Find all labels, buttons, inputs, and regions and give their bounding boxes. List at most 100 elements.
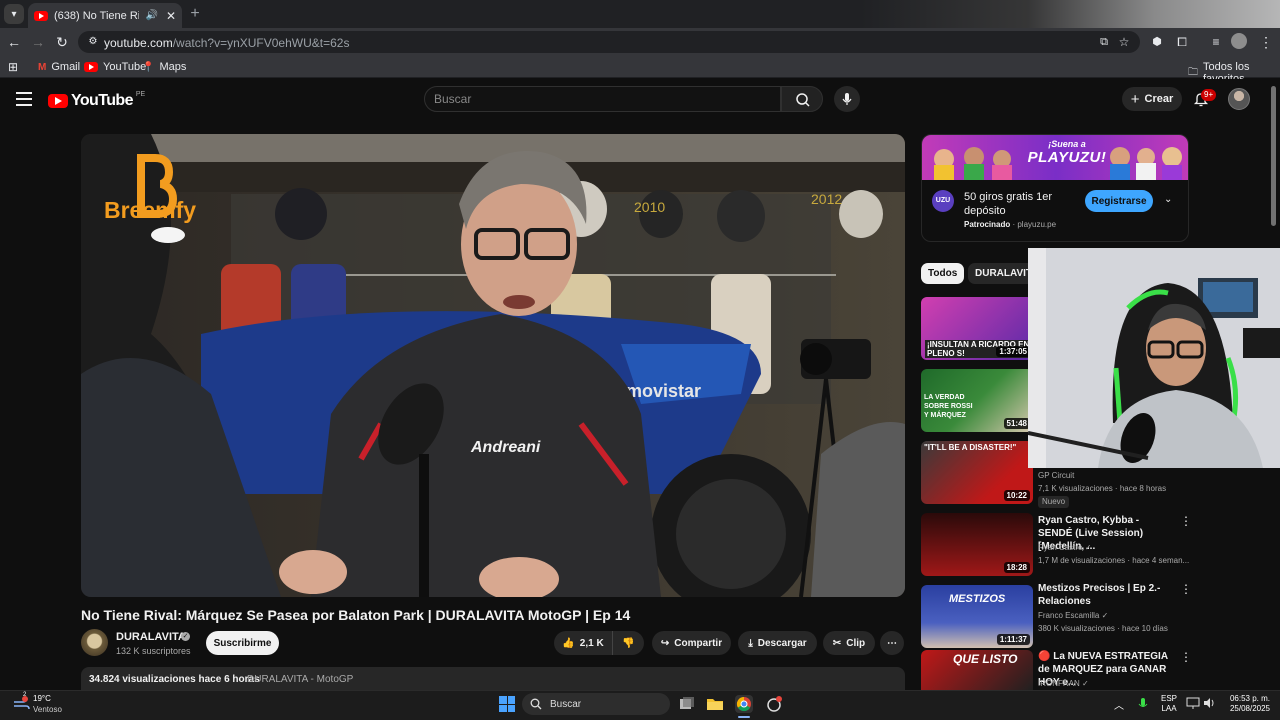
rec-thumbnail[interactable]: MESTIZOS 1:11:37 <box>921 585 1033 648</box>
back-button[interactable]: ← <box>4 32 24 52</box>
more-actions-button[interactable]: ⋯ <box>880 631 904 655</box>
apps-grid-icon[interactable]: ⊞ <box>8 60 18 74</box>
trophy-year-2: 2012 <box>811 191 842 207</box>
volume-icon[interactable] <box>1202 696 1220 714</box>
active-tab[interactable]: (638) No Tiene Rival: Márq 🔊 ✕ <box>28 3 182 28</box>
like-button[interactable]: 👍 2,1 K <box>554 631 612 655</box>
url-text[interactable]: youtube.com/watch?v=ynXUFV0ehWU&t=62s <box>104 36 349 50</box>
system-clock[interactable]: 06:53 p. m. 25/08/2025 <box>1226 694 1270 714</box>
language-line1: ESP <box>1161 694 1178 703</box>
close-tab-icon[interactable]: ✕ <box>166 9 176 23</box>
rec-thumbnail[interactable]: "IT'LL BE A DISASTER!" 10:22 <box>921 441 1033 504</box>
search-input[interactable]: Buscar <box>434 92 471 106</box>
search-box[interactable] <box>424 86 781 112</box>
forward-button[interactable]: → <box>28 32 48 52</box>
clock-date: 25/08/2025 <box>1229 704 1270 713</box>
video-brand-text: Breemfy <box>104 197 196 223</box>
chrome-icon[interactable] <box>735 695 753 713</box>
clip-label: Clip <box>846 637 866 649</box>
ad-register-button[interactable]: Registrarse <box>1085 190 1153 212</box>
app-icon[interactable] <box>765 695 783 713</box>
bookmark-gmail[interactable]: M Gmail <box>38 61 80 73</box>
thumbnail-text: MESTIZOS <box>949 593 1006 605</box>
rec-title[interactable]: Mestizos Precisos | Ep 2.- Relaciones <box>1038 582 1176 608</box>
hamburger-menu-icon[interactable] <box>16 92 32 106</box>
bookmark-star-icon[interactable]: ☆ <box>1114 32 1134 52</box>
country-code: PE <box>135 90 146 98</box>
reload-button[interactable]: ↻ <box>52 32 72 52</box>
rec-more-icon[interactable]: ⋮ <box>1180 514 1192 528</box>
rec-thumbnail[interactable]: 18:28 <box>921 513 1033 576</box>
rec-more-icon[interactable]: ⋮ <box>1180 582 1192 596</box>
weather-wind-icon[interactable] <box>12 696 30 712</box>
new-tab-button[interactable]: + <box>186 5 204 23</box>
show-hidden-icons-chevron[interactable]: ︿ <box>1114 697 1132 715</box>
weather-description[interactable]: Ventoso <box>33 705 62 714</box>
rec-channel-row[interactable]: Ryan Castro ✓ <box>1038 543 1091 552</box>
ad-banner-line2: PLAYUZU! <box>1027 149 1107 166</box>
rec-channel-row[interactable]: IRONFRAN ✓ <box>1038 679 1089 688</box>
rec-thumbnail[interactable]: LA VERDAD SOBRE ROSSI Y MÁRQUEZ 51:48 <box>921 369 1033 432</box>
bookmark-youtube[interactable]: YouTube <box>84 61 146 73</box>
ad-banner[interactable]: ¡Suena a PLAYUZU! <box>922 135 1188 180</box>
thumbnail-text: "IT'LL BE A DISASTER!" <box>924 443 1017 452</box>
youtube-logo[interactable]: YouTube PE <box>48 90 146 110</box>
advertiser-logo[interactable]: UZU <box>932 190 954 212</box>
rec-channel: IRONFRAN <box>1038 679 1080 688</box>
description-tags[interactable]: DURALAVITA - MotoGP <box>247 674 353 685</box>
rec-thumbnail[interactable]: ¡INSULTAN A RICARDO EN PLENO S! 1:37:05 <box>921 297 1033 360</box>
video-duration: 1:37:05 <box>996 346 1030 357</box>
voice-search-button[interactable] <box>834 86 860 112</box>
verified-check-icon: ✓ <box>181 632 190 641</box>
profile-avatar[interactable] <box>1231 33 1247 49</box>
microphone-tray-icon[interactable] <box>1136 696 1154 714</box>
browser-menu-icon[interactable]: ⋮ <box>1256 32 1276 52</box>
input-language[interactable]: ESP LAA <box>1161 694 1177 714</box>
active-app-indicator <box>738 716 750 718</box>
chip-all[interactable]: Todos <box>921 263 965 284</box>
chevron-down-icon[interactable]: ⌄ <box>1164 194 1172 205</box>
verified-check-icon: ✓ <box>1101 611 1109 620</box>
share-button[interactable]: ↪ Compartir <box>652 631 731 655</box>
ad-headline[interactable]: 50 giros gratis 1er depósito <box>964 190 1074 218</box>
audio-playing-icon[interactable]: 🔊 <box>145 10 157 21</box>
tab-search-button[interactable]: ▾ <box>4 4 24 24</box>
file-explorer-icon[interactable] <box>706 695 724 713</box>
sponsored-label: Patrocinado <box>964 220 1011 229</box>
clip-button[interactable]: ✂ Clip <box>823 631 875 655</box>
install-app-icon[interactable]: ⧉ <box>1094 32 1114 52</box>
ad-banner-text: ¡Suena a PLAYUZU! <box>1012 139 1122 166</box>
ad-domain: playuzu.pe <box>1017 220 1057 229</box>
site-info-icon[interactable]: ⚙ <box>86 35 100 49</box>
extension-shield-icon[interactable]: ⬢ <box>1147 32 1167 52</box>
notification-count-badge: 9+ <box>1201 89 1217 101</box>
rec-more-icon[interactable]: ⋮ <box>1180 650 1192 664</box>
weather-temperature[interactable]: 19°C <box>33 694 51 703</box>
page-scrollbar[interactable] <box>1271 86 1276 226</box>
webcam-overlay <box>1028 248 1280 468</box>
rec-channel-row[interactable]: Franco Escamilla ✓ <box>1038 611 1108 620</box>
more-horizontal-icon: ⋯ <box>887 637 897 649</box>
media-control-icon[interactable]: ≡ <box>1206 32 1226 52</box>
account-avatar[interactable] <box>1228 88 1250 110</box>
share-label: Compartir <box>674 637 723 649</box>
language-line2: LAA <box>1161 704 1177 713</box>
verified-check-icon: ✓ <box>1084 543 1092 552</box>
video-player[interactable]: movistar Andreani Breemfy 2010 2012 <box>81 134 905 597</box>
taskbar-search[interactable]: Buscar <box>522 693 670 715</box>
download-button[interactable]: ⤓ Descargar <box>738 631 817 655</box>
start-button[interactable] <box>499 696 515 712</box>
rec-channel[interactable]: GP Circuit <box>1038 471 1074 480</box>
bookmark-maps[interactable]: 📍 Maps <box>142 61 186 73</box>
window-background <box>860 0 1280 28</box>
subscribe-button[interactable]: Suscribirme <box>206 631 279 655</box>
ad-banner-line1: ¡Suena a <box>1048 139 1086 149</box>
extensions-puzzle-icon[interactable]: ⧠ <box>1172 32 1192 52</box>
task-view-icon[interactable] <box>678 695 696 713</box>
channel-avatar[interactable] <box>81 629 108 656</box>
create-button[interactable]: + Crear <box>1122 87 1182 111</box>
dislike-button[interactable]: 👎 <box>612 631 644 655</box>
channel-name[interactable]: DURALAVITA <box>116 631 186 643</box>
search-button[interactable] <box>781 86 823 112</box>
rec-thumbnail[interactable]: QUE LISTO <box>921 650 1033 690</box>
